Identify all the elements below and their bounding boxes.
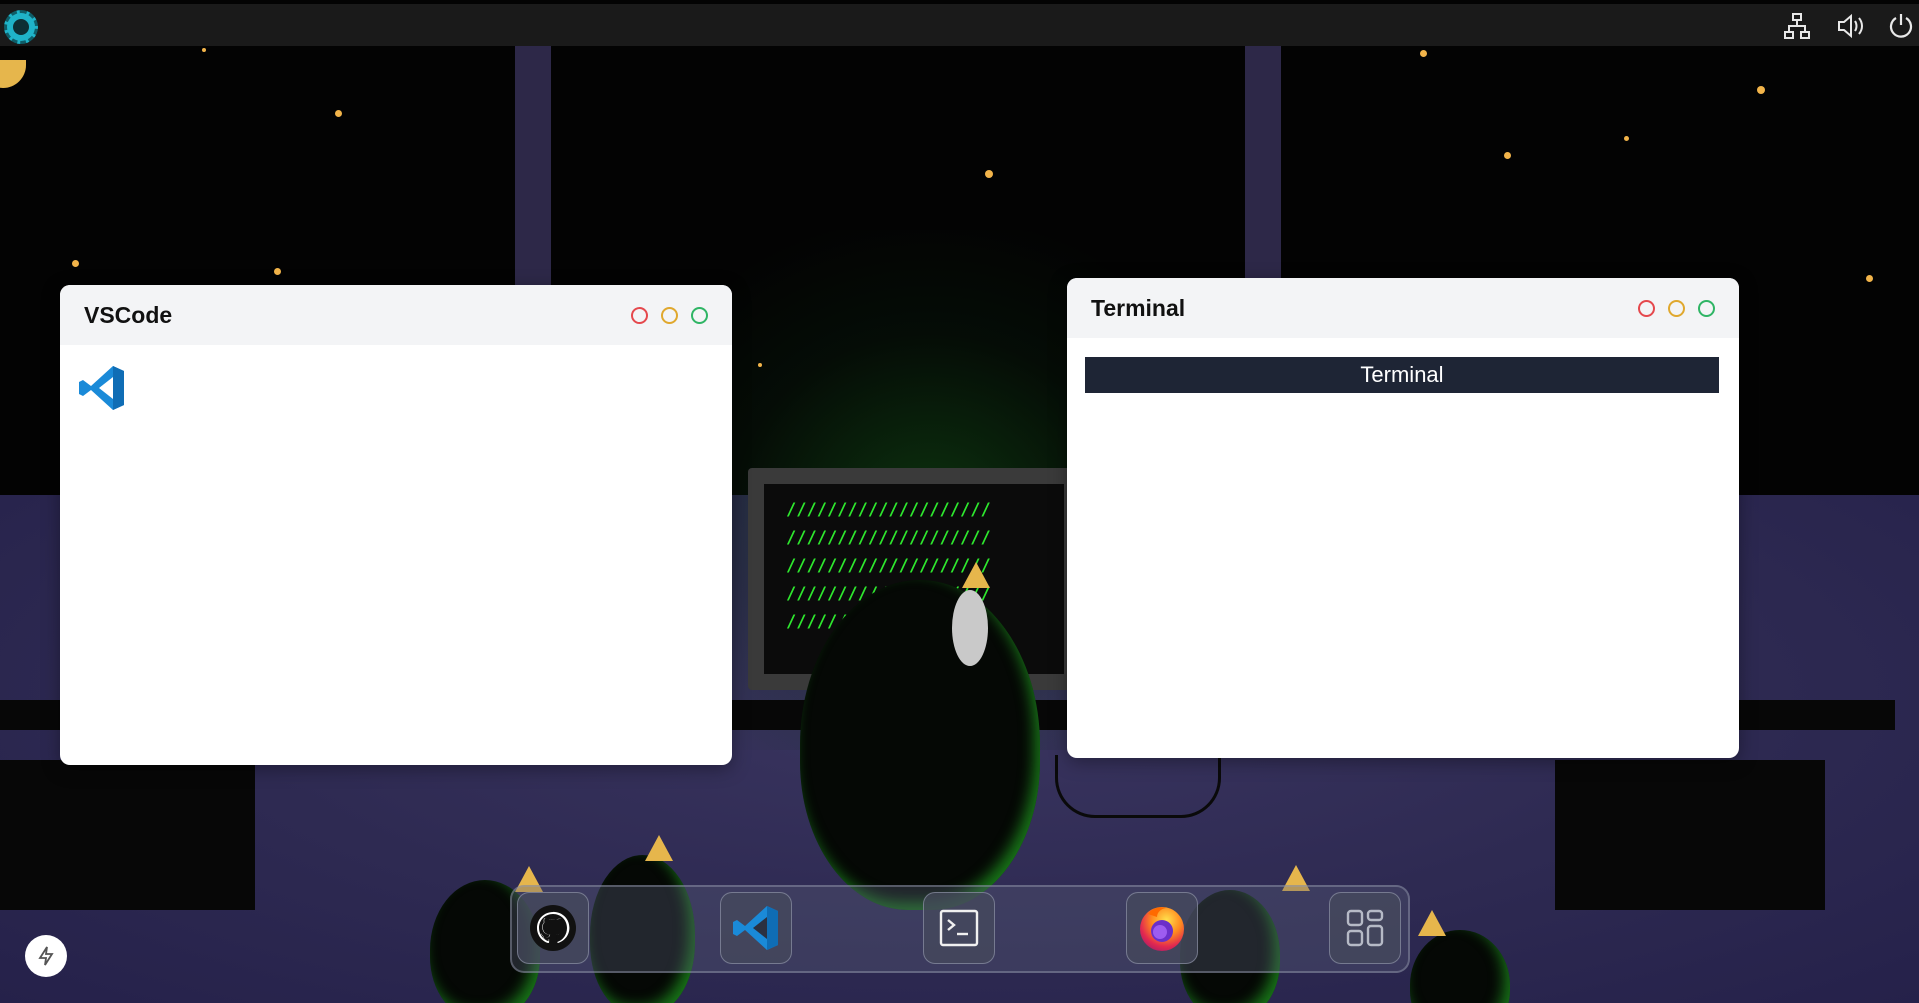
close-button[interactable] <box>1638 299 1655 317</box>
linux-penguin-logo-icon[interactable] <box>4 10 38 44</box>
power-icon[interactable] <box>1884 10 1918 42</box>
star <box>72 260 79 267</box>
penguin-beak <box>1418 910 1446 936</box>
window-title: Terminal <box>1091 294 1186 321</box>
star <box>1504 152 1511 159</box>
minimize-button[interactable] <box>1668 299 1685 317</box>
vscode-window[interactable]: VSCode <box>60 285 732 765</box>
window-title: VSCode <box>84 301 173 328</box>
github-icon[interactable] <box>517 892 589 964</box>
apps-grid-icon[interactable] <box>1329 892 1401 964</box>
penguin-beak <box>962 562 990 588</box>
vscode-icon <box>77 363 127 418</box>
penguin-beak <box>645 835 673 861</box>
window-titlebar[interactable]: Terminal <box>1067 278 1739 338</box>
star <box>1757 86 1765 94</box>
star <box>1624 136 1629 141</box>
star <box>1420 50 1427 57</box>
window-controls <box>631 306 708 324</box>
firefox-icon[interactable] <box>1126 892 1198 964</box>
star <box>758 363 762 367</box>
penguin-belly <box>952 590 988 666</box>
star <box>335 110 342 117</box>
star <box>202 48 206 52</box>
star <box>985 170 993 178</box>
vscode-icon[interactable] <box>720 892 792 964</box>
desk-cabinet <box>1555 760 1825 910</box>
wallpaper-cable <box>1055 755 1221 818</box>
close-button[interactable] <box>631 306 648 324</box>
flash-icon[interactable] <box>25 935 67 977</box>
volume-icon[interactable] <box>1834 10 1868 42</box>
window-controls <box>1638 299 1715 317</box>
maximize-button[interactable] <box>691 306 708 324</box>
star <box>1866 275 1873 282</box>
top-bar <box>0 4 1919 46</box>
terminal-icon[interactable] <box>923 892 995 964</box>
terminal-window[interactable]: Terminal Terminal <box>1067 278 1739 758</box>
star <box>274 268 281 275</box>
minimize-button[interactable] <box>661 306 678 324</box>
desk-cabinet <box>0 760 255 910</box>
penguin-figure <box>800 580 1040 910</box>
terminal-header-bar: Terminal <box>1085 357 1719 393</box>
window-titlebar[interactable]: VSCode <box>60 285 732 345</box>
network-icon[interactable] <box>1780 10 1814 42</box>
maximize-button[interactable] <box>1698 299 1715 317</box>
logo-center <box>13 19 29 35</box>
